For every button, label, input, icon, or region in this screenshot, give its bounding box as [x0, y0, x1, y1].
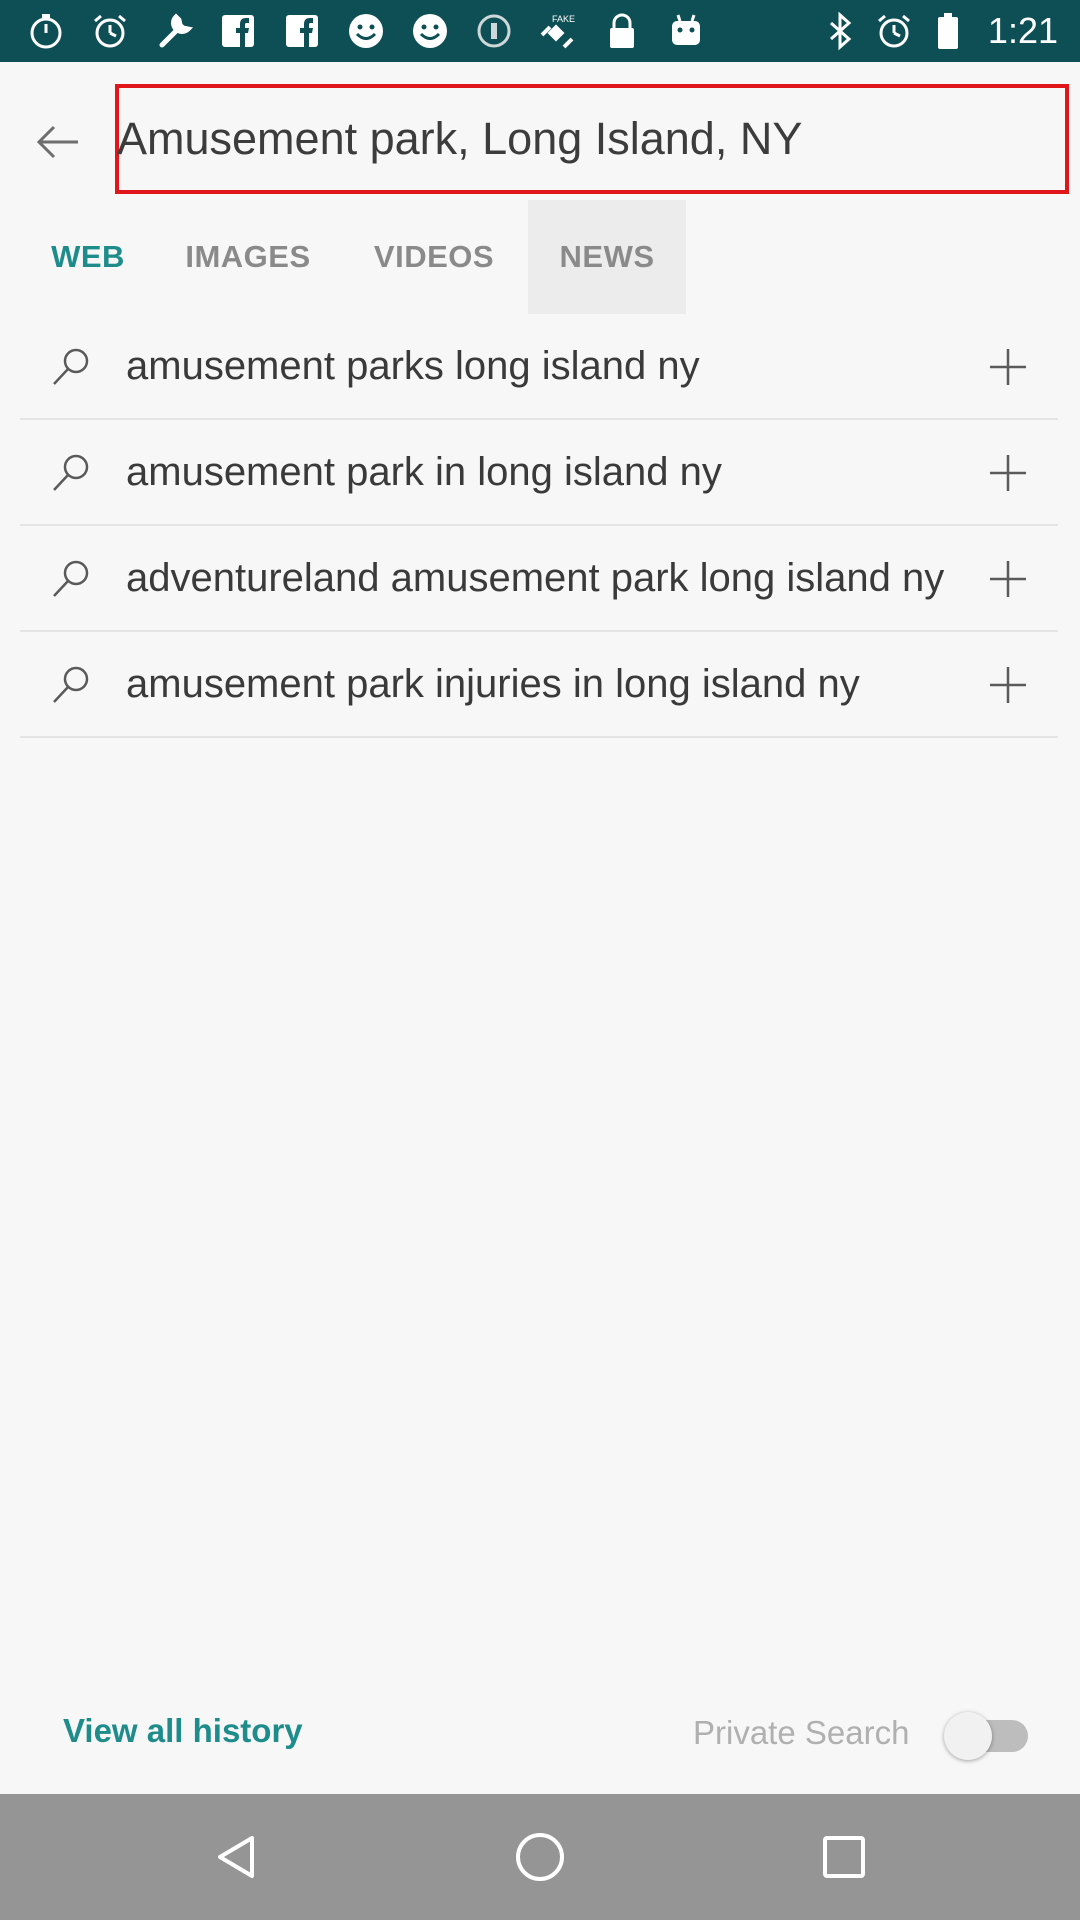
suggestion-list: amusement parks long island ny amusement… — [20, 314, 1058, 738]
search-icon — [53, 348, 89, 385]
search-box[interactable] — [115, 84, 1069, 194]
clock: 1:21 — [987, 10, 1058, 51]
search-tabs: WEB IMAGES VIDEOS NEWS — [20, 200, 686, 314]
suggestion-text: amusement park in long island ny — [126, 449, 722, 494]
add-icon[interactable] — [986, 663, 1030, 707]
tab-images[interactable]: IMAGES — [156, 200, 340, 314]
square-recents-icon — [823, 1836, 865, 1878]
stopwatch-icon — [22, 8, 70, 54]
svg-text:FAKE: FAKE — [552, 14, 575, 24]
suggestion-text: amusement park injuries in long island n… — [126, 661, 860, 706]
suggestion-item[interactable]: amusement park injuries in long island n… — [20, 632, 1058, 738]
bluetooth-icon — [820, 8, 860, 54]
wrench-icon — [150, 8, 198, 54]
view-all-history-link[interactable]: View all history — [63, 1712, 303, 1750]
triangle-back-icon — [218, 1836, 254, 1878]
suggestion-text: amusement parks long island ny — [126, 343, 700, 388]
tab-web[interactable]: WEB — [20, 200, 156, 314]
status-bar: FAKE 1:21 — [0, 0, 1080, 62]
add-icon[interactable] — [986, 345, 1030, 389]
nav-home-button[interactable] — [510, 1827, 570, 1887]
private-search-label: Private Search — [693, 1714, 910, 1751]
search-icon — [53, 666, 89, 703]
nav-back-button[interactable] — [207, 1827, 267, 1887]
smiley-icon — [342, 8, 390, 54]
suggestion-item[interactable]: adventureland amusement park long island… — [20, 526, 1058, 632]
android-icon — [662, 8, 710, 54]
fake-gps-icon: FAKE — [534, 8, 582, 54]
battery-icon — [928, 8, 968, 54]
alarm-icon — [86, 8, 134, 54]
circle-home-icon — [516, 1833, 564, 1881]
tab-videos[interactable]: VIDEOS — [340, 200, 528, 314]
info-icon — [470, 8, 518, 54]
history-footer: View all history Private Search — [0, 1694, 1080, 1774]
suggestion-item[interactable]: amusement park in long island ny — [20, 420, 1058, 526]
navigation-bar — [0, 1794, 1080, 1920]
search-icon — [53, 454, 89, 491]
system-icons: 1:21 — [820, 8, 1058, 54]
lock-icon — [598, 8, 646, 54]
nav-recents-button[interactable] — [814, 1827, 874, 1887]
tab-news[interactable]: NEWS — [528, 200, 686, 314]
smiley-icon — [406, 8, 454, 54]
suggestion-text: adventureland amusement park long island… — [126, 555, 945, 600]
toggle-knob — [944, 1712, 992, 1760]
suggestion-item[interactable]: amusement parks long island ny — [20, 314, 1058, 420]
notification-icons: FAKE — [22, 8, 710, 54]
facebook-icon — [214, 8, 262, 54]
back-button[interactable] — [28, 112, 88, 172]
private-search-toggle[interactable] — [944, 1712, 1032, 1760]
add-icon[interactable] — [986, 557, 1030, 601]
add-icon[interactable] — [986, 451, 1030, 495]
search-input[interactable] — [117, 113, 1063, 165]
arrow-left-icon — [36, 125, 78, 159]
search-icon — [53, 560, 89, 597]
alarm-icon — [874, 8, 914, 54]
facebook-icon — [278, 8, 326, 54]
